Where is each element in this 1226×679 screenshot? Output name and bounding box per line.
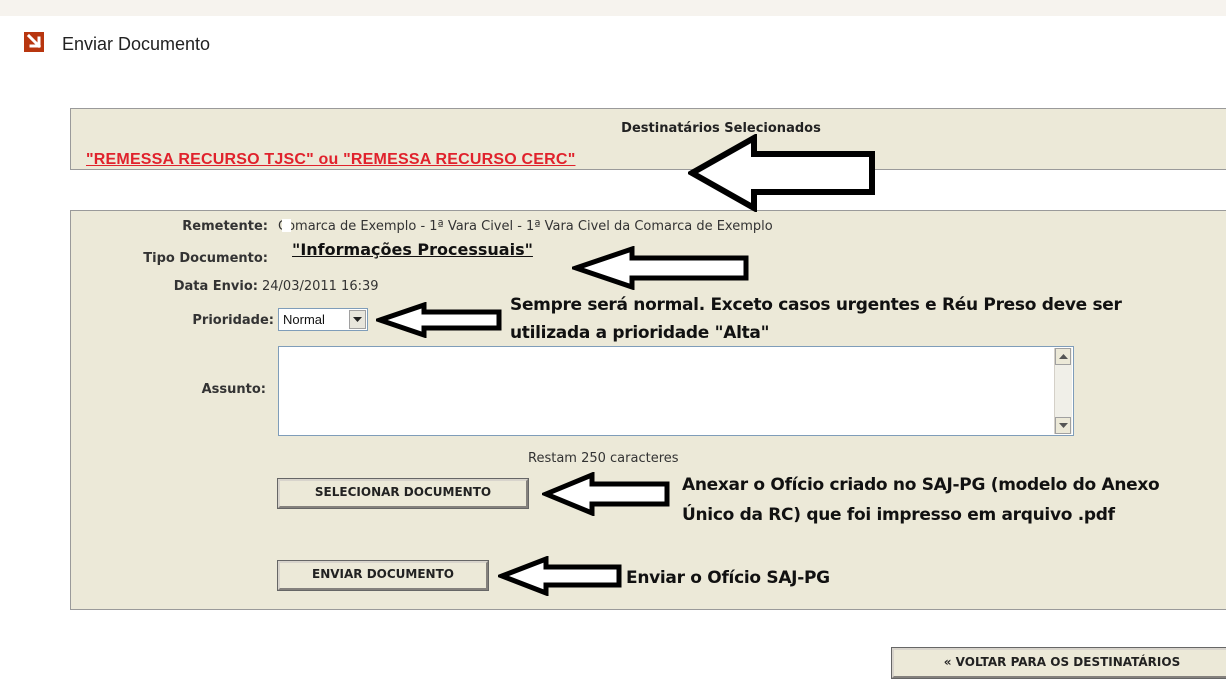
annotation-enviar: Enviar o Ofício SAJ-PG <box>626 568 830 588</box>
destinatarios-header: Destinatários Selecionados <box>621 121 821 136</box>
annotation-anexar-line2: Único da RC) que foi impresso em arquivo… <box>682 505 1115 525</box>
text-redaction <box>282 219 291 232</box>
title-arrow-icon <box>24 32 44 52</box>
remetente-value: Comarca de Exemplo - 1ª Vara Civel - 1ª … <box>278 219 773 234</box>
scroll-up-icon[interactable] <box>1055 348 1071 365</box>
char-counter: Restam 250 caracteres <box>528 451 679 466</box>
remetente-label: Remetente: <box>182 219 268 234</box>
select-document-button[interactable]: SELECIONAR DOCUMENTO <box>277 478 529 509</box>
tipo-documento-label: Tipo Documento: <box>143 251 268 266</box>
back-to-recipients-button[interactable]: « VOLTAR PARA OS DESTINATÁRIOS <box>891 647 1226 679</box>
prioridade-select[interactable]: Normal <box>278 308 368 331</box>
assunto-textarea[interactable] <box>278 346 1074 436</box>
prioridade-selected: Normal <box>283 312 325 327</box>
top-bar <box>0 0 1226 16</box>
annotation-prioridade-line1: Sempre será normal. Exceto casos urgente… <box>510 295 1122 315</box>
textarea-scrollbar[interactable] <box>1054 348 1072 434</box>
dropdown-chevron-icon[interactable] <box>349 310 366 329</box>
destinatarios-value: "REMESSA RECURSO TJSC" ou "REMESSA RECUR… <box>86 151 576 168</box>
prioridade-label: Prioridade: <box>192 313 274 328</box>
annotation-anexar-line1: Anexar o Ofício criado no SAJ-PG (modelo… <box>682 475 1160 495</box>
callout-arrow-icon <box>542 472 670 516</box>
callout-arrow-icon <box>376 302 502 338</box>
scroll-down-icon[interactable] <box>1055 417 1071 434</box>
page-title: Enviar Documento <box>62 34 211 54</box>
callout-arrow-icon <box>688 134 875 212</box>
assunto-label: Assunto: <box>201 382 266 397</box>
send-document-button[interactable]: ENVIAR DOCUMENTO <box>277 560 489 591</box>
callout-arrow-icon <box>572 246 749 290</box>
callout-arrow-icon <box>498 556 622 596</box>
data-envio-value: 24/03/2011 16:39 <box>262 279 379 294</box>
tipo-documento-value: "Informações Processuais" <box>292 240 533 259</box>
data-envio-label: Data Envio: <box>173 279 258 294</box>
annotation-prioridade-line2: utilizada a prioridade "Alta" <box>510 323 770 343</box>
